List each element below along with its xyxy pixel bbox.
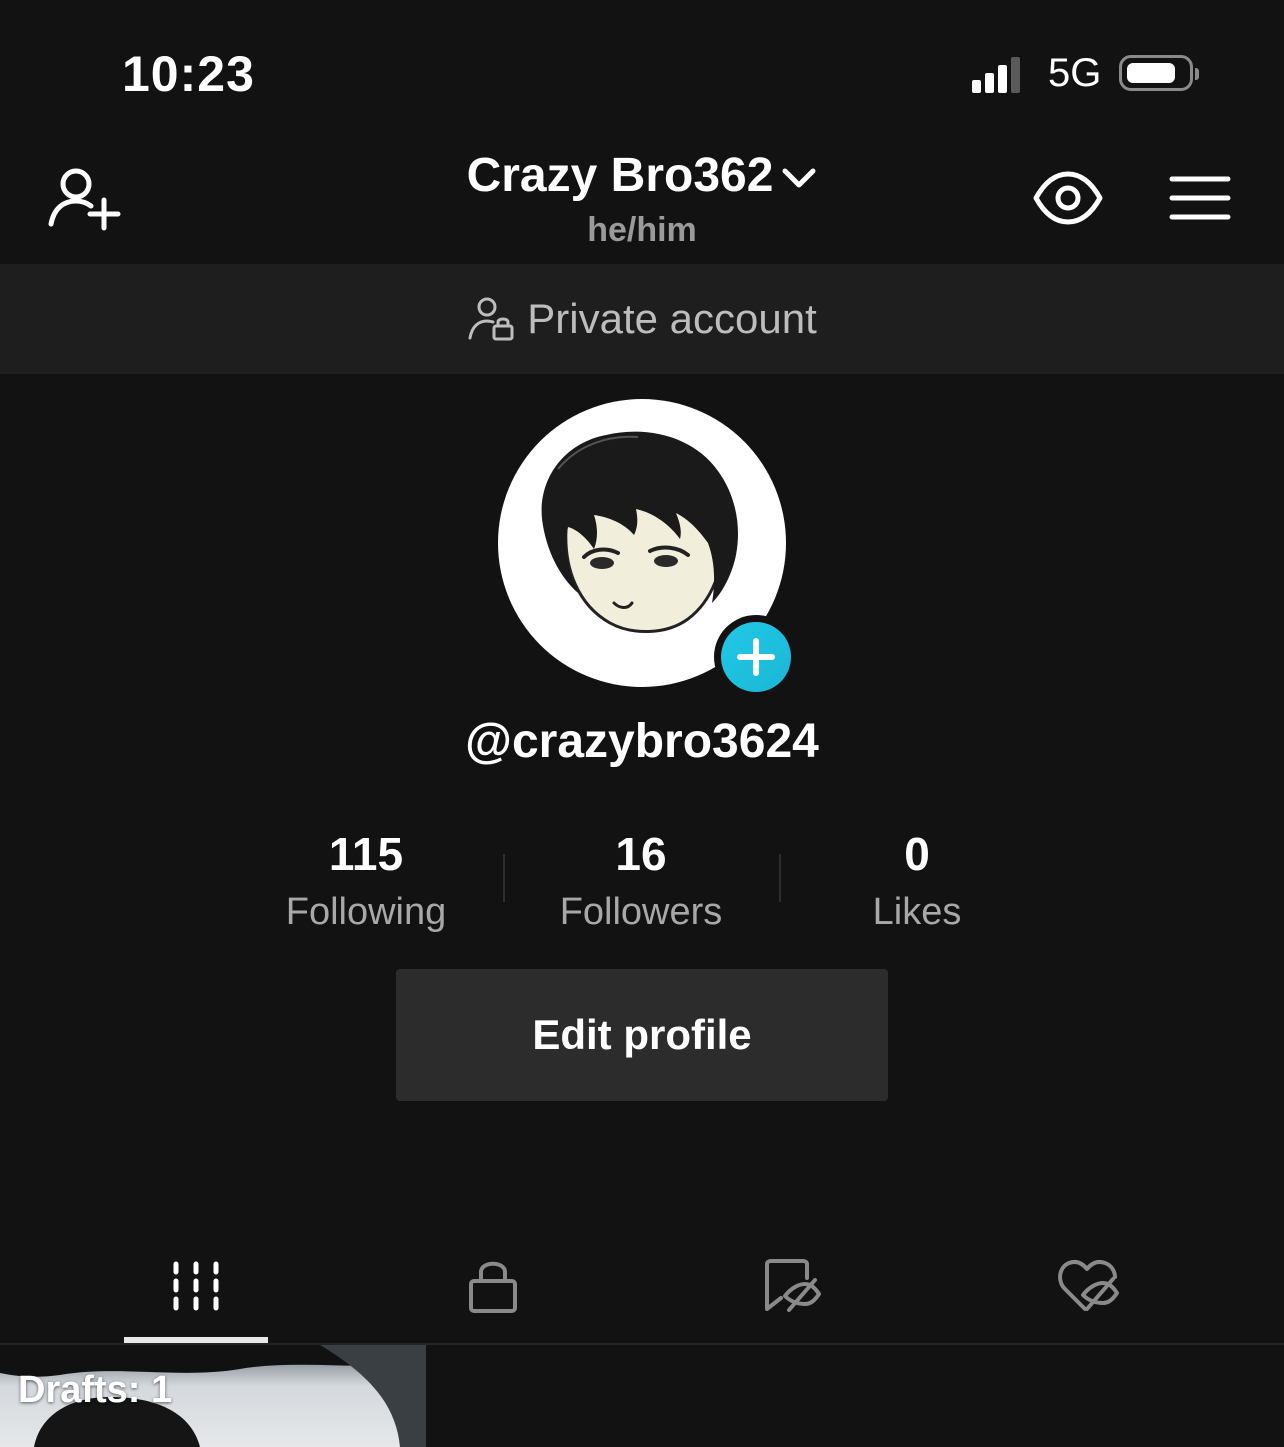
menu-button[interactable] <box>1168 174 1232 222</box>
username: @crazybro3624 <box>465 715 819 768</box>
tab-private[interactable] <box>423 1246 563 1326</box>
stat-label: Followers <box>559 891 723 933</box>
stat-label: Following <box>285 891 447 933</box>
stat-followers[interactable]: 16 Followers <box>503 826 779 942</box>
eye-icon <box>1033 171 1103 225</box>
profile-views-button[interactable] <box>1032 170 1104 226</box>
stat-value: 16 <box>615 828 667 880</box>
stat-value: 0 <box>904 828 930 880</box>
add-avatar-button[interactable] <box>714 615 798 699</box>
grid-icon <box>173 1261 219 1311</box>
battery-icon <box>1119 55 1200 91</box>
menu-icon <box>1169 176 1231 220</box>
chevron-down-icon <box>782 168 816 188</box>
tab-favorites[interactable] <box>721 1246 861 1326</box>
bookmark-hidden-icon <box>765 1259 821 1312</box>
stat-value: 115 <box>328 828 404 880</box>
network-label: 5G <box>1048 51 1102 95</box>
edit-profile-button[interactable]: Edit profile <box>396 969 888 1101</box>
heart-hidden-icon <box>1058 1259 1119 1311</box>
stat-label: Likes <box>872 891 962 933</box>
tab-liked[interactable] <box>1018 1246 1158 1326</box>
status-indicators: 5G <box>968 48 1200 98</box>
private-account-text: Private account <box>527 295 817 342</box>
plus-icon <box>737 638 775 676</box>
status-time: 10:23 <box>122 46 255 102</box>
display-name: Crazy Bro362 <box>466 149 774 202</box>
drafts-label: Drafts: 1 <box>18 1369 173 1411</box>
lock-icon <box>469 1261 517 1313</box>
stat-likes[interactable]: 0 Likes <box>779 826 1055 942</box>
person-lock-icon <box>468 297 514 341</box>
stat-following[interactable]: 115 Following <box>228 826 504 942</box>
tab-videos[interactable] <box>126 1246 266 1326</box>
signal-icon <box>968 53 1020 93</box>
private-account-banner: Private account <box>0 264 1284 374</box>
